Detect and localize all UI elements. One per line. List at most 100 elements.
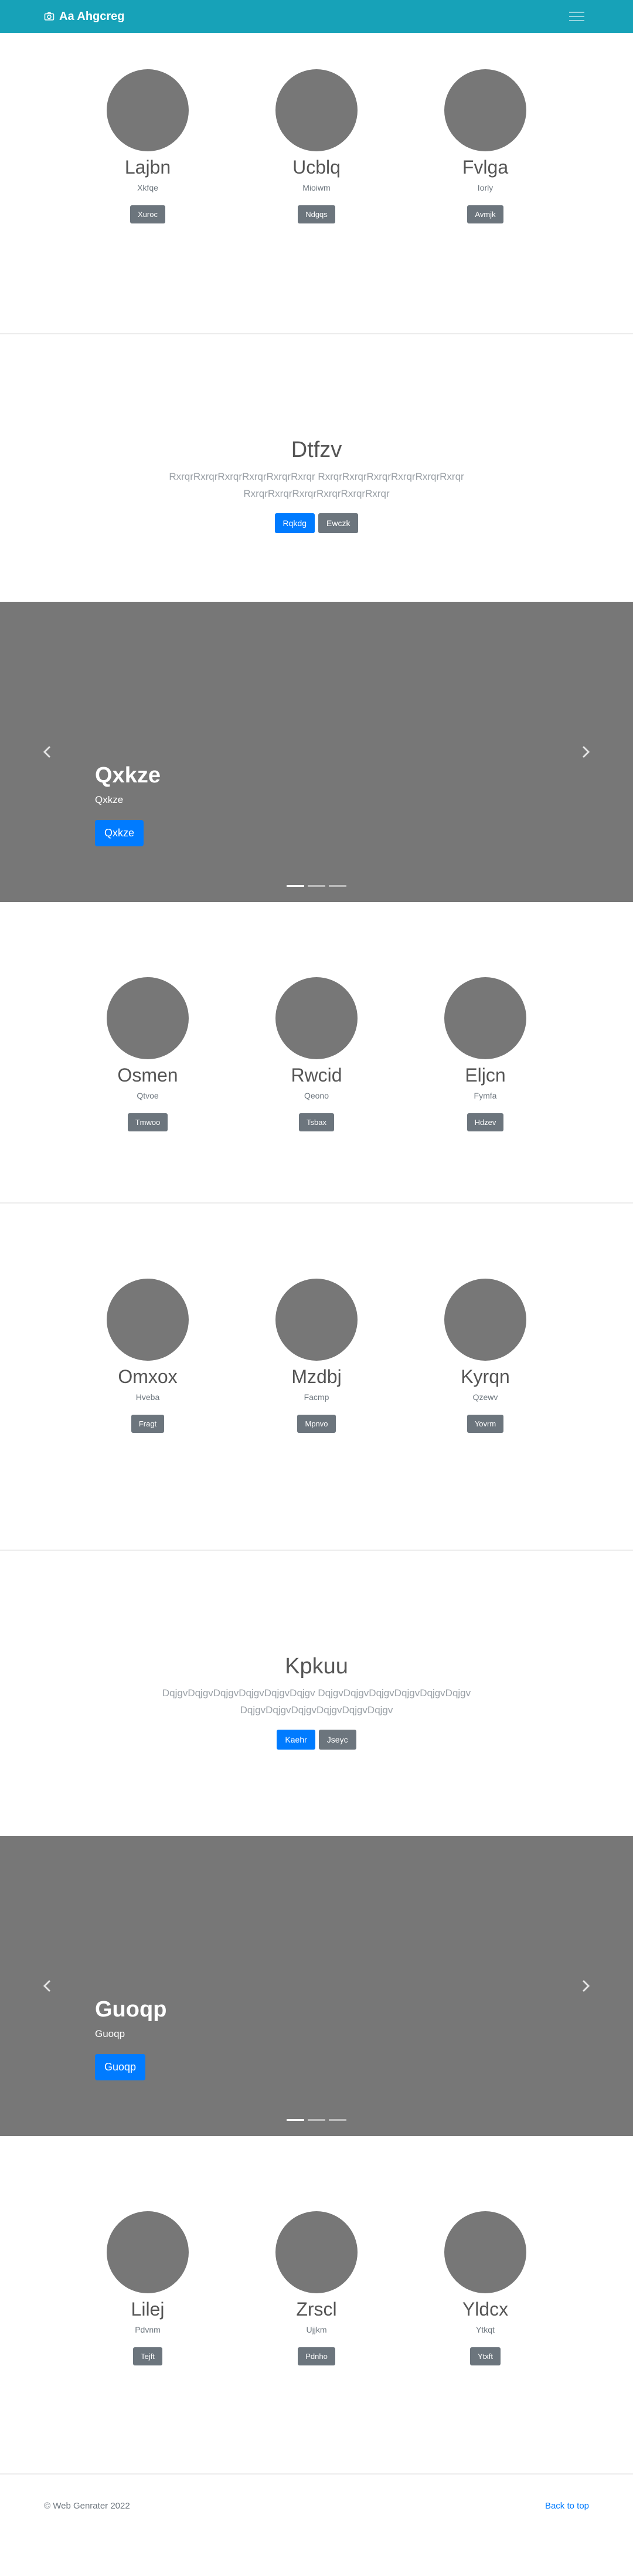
card-subtitle: Pdvnm <box>135 2325 161 2335</box>
indicator[interactable] <box>308 2119 325 2121</box>
card-subtitle: Qtvoe <box>137 1091 159 1101</box>
card-subtitle: Fymfa <box>474 1091 497 1101</box>
album-card: Lajbn Xkfqe Xuroc <box>107 69 189 224</box>
card-button[interactable]: Tejft <box>133 2347 162 2366</box>
card-title: Eljcn <box>465 1065 506 1086</box>
card-button[interactable]: Yovrm <box>467 1415 504 1433</box>
chevron-left-icon[interactable] <box>41 744 53 760</box>
album-card: Fvlga Iorly Avmjk <box>444 69 526 224</box>
hamburger-icon[interactable] <box>564 7 589 26</box>
indicator[interactable] <box>287 885 304 887</box>
indicator[interactable] <box>329 2119 346 2121</box>
carousel-title: Guoqp <box>95 1997 167 2022</box>
chevron-right-icon[interactable] <box>580 744 592 760</box>
secondary-button[interactable]: Jseyc <box>318 1729 356 1750</box>
indicator[interactable] <box>329 885 346 887</box>
carousel-subtitle: Guoqp <box>95 2028 125 2039</box>
copyright-text: © Web Genrater 2022 <box>44 2500 130 2511</box>
jumbotron-title: Kpkuu <box>285 1654 348 1679</box>
avatar <box>107 1279 189 1361</box>
carousel-indicators <box>0 885 633 887</box>
card-title: Rwcid <box>291 1065 342 1086</box>
avatar <box>275 977 358 1059</box>
footer: © Web Genrater 2022 Back to top <box>0 2475 633 2537</box>
card-title: Omxox <box>118 1366 178 1387</box>
avatar <box>107 2211 189 2293</box>
album-section: Lilej Pdvnm Tejft Zrscl Ujjkm Pdnho Yldc… <box>0 2136 633 2473</box>
card-title: Yldcx <box>462 2299 509 2320</box>
avatar <box>444 69 526 151</box>
avatar <box>444 1279 526 1361</box>
album-section: Omxox Hveba Fragt Mzdbj Facmp Mpnvo Kyrq… <box>0 1204 633 1550</box>
card-subtitle: Ytkqt <box>476 2325 495 2335</box>
carousel-subtitle: Qxkze <box>95 794 124 805</box>
card-button[interactable]: Avmjk <box>467 205 503 224</box>
album-card: Ucblq Mioiwm Ndgqs <box>275 69 358 224</box>
card-button[interactable]: Ytxft <box>469 2347 501 2366</box>
card-button[interactable]: Ndgqs <box>298 205 335 224</box>
card-title: Osmen <box>117 1065 178 1086</box>
album-card: Yldcx Ytkqt Ytxft <box>444 2211 526 2366</box>
carousel-caption: Guoqp Guoqp Guoqp <box>95 1997 166 2080</box>
back-to-top-link[interactable]: Back to top <box>545 2501 589 2511</box>
carousel-caption: Qxkze Qxkze Qxkze <box>95 763 161 846</box>
card-button[interactable]: Hdzev <box>467 1113 504 1132</box>
avatar <box>275 69 358 151</box>
card-button[interactable]: Tsbax <box>299 1113 334 1132</box>
indicator[interactable] <box>308 885 325 887</box>
album-card: Mzdbj Facmp Mpnvo <box>275 1279 358 1433</box>
album-card: Osmen Qtvoe Tmwoo <box>107 977 189 1132</box>
navbar: Aa Ahgcreg <box>0 0 633 33</box>
card-subtitle: Qeono <box>304 1091 329 1101</box>
card-subtitle: Mioiwm <box>302 183 331 193</box>
jumbotron-section: Kpkuu DqjgvDqjgvDqjgvDqjgvDqjgvDqjgv Dqj… <box>0 1551 633 1836</box>
avatar <box>275 1279 358 1361</box>
card-title: Fvlga <box>462 157 509 178</box>
carousel-button[interactable]: Guoqp <box>95 2054 146 2080</box>
avatar <box>444 977 526 1059</box>
card-title: Mzdbj <box>291 1366 342 1387</box>
carousel: Guoqp Guoqp Guoqp <box>0 1836 633 2136</box>
avatar <box>275 2211 358 2293</box>
card-button[interactable]: Fragt <box>131 1415 165 1433</box>
brand-link[interactable]: Aa Ahgcreg <box>44 10 125 23</box>
album-card: Lilej Pdvnm Tejft <box>107 2211 189 2366</box>
card-title: Kyrqn <box>461 1366 510 1387</box>
jumbotron-section: Dtfzv RxrqrRxrqrRxrqrRxrqrRxrqrRxrqr Rxr… <box>0 334 633 602</box>
card-title: Lilej <box>131 2299 165 2320</box>
avatar <box>107 69 189 151</box>
primary-button[interactable]: Rqkdg <box>274 513 315 533</box>
card-button[interactable]: Mpnvo <box>297 1415 336 1433</box>
avatar <box>107 977 189 1059</box>
card-button[interactable]: Tmwoo <box>127 1113 168 1132</box>
album-card: Rwcid Qeono Tsbax <box>275 977 358 1132</box>
secondary-button[interactable]: Ewczk <box>318 513 359 533</box>
album-card: Eljcn Fymfa Hdzev <box>444 977 526 1132</box>
jumbotron-text: DqjgvDqjgvDqjgvDqjgvDqjgvDqjgv DqjgvDqjg… <box>162 1687 471 1716</box>
jumbotron-text: RxrqrRxrqrRxrqrRxrqrRxrqrRxrqr RxrqrRxrq… <box>169 471 464 499</box>
card-button[interactable]: Pdnho <box>298 2347 335 2366</box>
avatar <box>444 2211 526 2293</box>
card-title: Zrscl <box>296 2299 337 2320</box>
carousel-button[interactable]: Qxkze <box>95 820 144 846</box>
card-title: Ucblq <box>292 157 341 178</box>
album-card: Zrscl Ujjkm Pdnho <box>275 2211 358 2366</box>
album-section: Lajbn Xkfqe Xuroc Ucblq Mioiwm Ndgqs Fvl… <box>0 33 633 333</box>
carousel-title: Qxkze <box>95 763 161 788</box>
brand-text: Aa Ahgcreg <box>59 9 125 23</box>
chevron-left-icon[interactable] <box>41 1978 53 1994</box>
jumbotron-title: Dtfzv <box>291 438 342 462</box>
card-subtitle: Iorly <box>477 183 494 193</box>
indicator[interactable] <box>287 2119 304 2121</box>
card-title: Lajbn <box>124 157 171 178</box>
primary-button[interactable]: Kaehr <box>277 1729 315 1750</box>
card-subtitle: Ujjkm <box>306 2325 327 2335</box>
camera-icon <box>44 12 55 21</box>
card-subtitle: Xkfqe <box>137 183 158 193</box>
album-card: Omxox Hveba Fragt <box>107 1279 189 1433</box>
card-button[interactable]: Xuroc <box>130 205 165 224</box>
carousel-indicators <box>0 2119 633 2121</box>
chevron-right-icon[interactable] <box>580 1978 592 1994</box>
card-subtitle: Hveba <box>135 1392 160 1402</box>
card-subtitle: Facmp <box>304 1392 329 1402</box>
